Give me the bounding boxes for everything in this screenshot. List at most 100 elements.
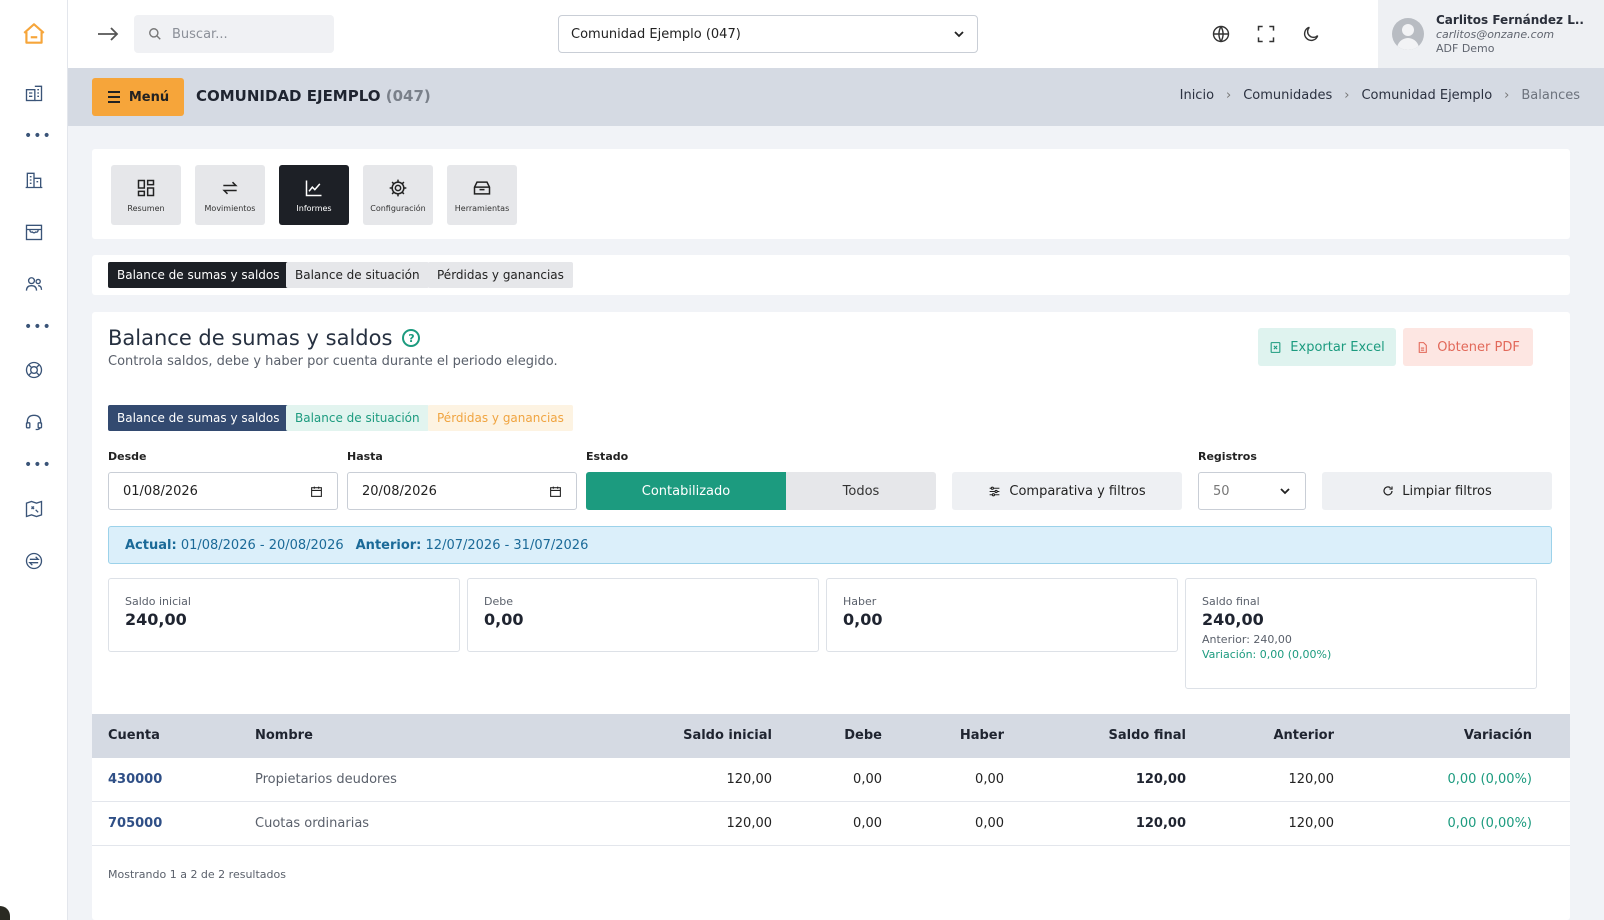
registros-label: Registros — [1198, 450, 1257, 463]
export-excel-label: Exportar Excel — [1290, 339, 1385, 355]
desde-value: 01/08/2026 — [123, 483, 198, 499]
page-title-code: (047) — [385, 87, 431, 105]
pagination-info: Mostrando 1 a 2 de 2 resultados — [108, 868, 286, 881]
lifebuoy-icon[interactable] — [20, 356, 48, 384]
buildings-icon[interactable] — [20, 79, 48, 107]
store-icon[interactable] — [20, 218, 48, 246]
map-icon[interactable] — [20, 495, 48, 523]
breadcrumb-item-comunidad[interactable]: Comunidad Ejemplo — [1361, 88, 1492, 103]
tile-resumen[interactable]: Resumen — [111, 165, 181, 225]
limpiar-filtros-button[interactable]: Limpiar filtros — [1322, 472, 1552, 510]
avatar — [1392, 18, 1424, 50]
gear-icon — [389, 179, 407, 196]
moon-icon[interactable] — [1297, 20, 1325, 48]
search-input[interactable] — [172, 26, 322, 42]
more-dots-icon[interactable]: ••• — [24, 129, 51, 143]
exchange-circle-icon[interactable] — [20, 547, 48, 575]
breadcrumb-item-inicio[interactable]: Inicio — [1180, 88, 1214, 103]
cell-nombre: Cuotas ordinarias — [255, 816, 370, 831]
cell-cuenta[interactable]: 705000 — [108, 816, 162, 831]
corner-decoration — [0, 906, 10, 920]
calendar-icon[interactable] — [549, 485, 562, 498]
fullscreen-icon[interactable] — [1252, 20, 1280, 48]
stat-saldo-final: Saldo final 240,00 Anterior: 240,00 Vari… — [1185, 578, 1537, 689]
col-cuenta[interactable]: Cuenta — [108, 728, 160, 743]
chevron-right-icon: › — [1226, 88, 1232, 103]
stat-label: Saldo final — [1202, 595, 1260, 608]
col-saldo-inicial[interactable]: Saldo inicial — [683, 728, 772, 743]
export-excel-button[interactable]: Exportar Excel — [1258, 328, 1396, 366]
user-menu[interactable]: Carlitos Fernández L.. carlitos@onzane.c… — [1378, 0, 1604, 68]
tile-label: Movimientos — [204, 203, 256, 213]
estado-contabilizado-toggle[interactable]: Contabilizado — [586, 472, 786, 510]
breadcrumb: Inicio › Comunidades › Comunidad Ejemplo… — [1180, 88, 1580, 103]
table-row[interactable]: 705000 Cuotas ordinarias 120,00 0,00 0,0… — [92, 802, 1570, 846]
col-nombre[interactable]: Nombre — [255, 728, 313, 743]
user-name: Carlitos Fernández L.. — [1436, 13, 1584, 27]
expand-arrow-icon[interactable] — [94, 20, 122, 48]
more-dots-icon[interactable]: ••• — [24, 320, 51, 334]
chip-balance-situacion[interactable]: Balance de situación — [286, 405, 429, 431]
calendar-icon[interactable] — [310, 485, 323, 498]
search-icon — [149, 28, 161, 40]
community-select[interactable]: Comunidad Ejemplo (047) — [558, 15, 978, 53]
stat-haber: Haber 0,00 — [826, 578, 1178, 652]
panel-title-text: Balance de sumas y saldos — [108, 326, 393, 350]
chip-balance-sumas[interactable]: Balance de sumas y saldos — [108, 405, 289, 431]
home-icon[interactable] — [20, 20, 48, 48]
col-saldo-final[interactable]: Saldo final — [1109, 728, 1186, 743]
panel-title: Balance de sumas y saldos ? — [108, 326, 421, 350]
period-banner: Actual: 01/08/2026 - 20/08/2026 Anterior… — [108, 526, 1552, 564]
tile-movimientos[interactable]: Movimientos — [195, 165, 265, 225]
transfer-icon — [222, 181, 238, 194]
limpiar-filtros-label: Limpiar filtros — [1402, 483, 1492, 499]
registros-select[interactable]: 50 — [1198, 472, 1306, 510]
tile-herramientas[interactable]: Herramientas — [447, 165, 517, 225]
tile-configuracion[interactable]: Configuración — [363, 165, 433, 225]
col-variacion[interactable]: Variación — [1464, 728, 1532, 743]
headset-icon[interactable] — [20, 408, 48, 436]
search-box[interactable] — [134, 15, 334, 53]
table-row[interactable]: 430000 Propietarios deudores 120,00 0,00… — [92, 758, 1570, 802]
chip-perdidas-ganancias[interactable]: Pérdidas y ganancias — [428, 405, 573, 431]
col-haber[interactable]: Haber — [960, 728, 1004, 743]
tile-informes[interactable]: Informes — [279, 165, 349, 225]
desde-date-input[interactable]: 01/08/2026 — [108, 472, 338, 510]
tab-balance-sumas[interactable]: Balance de sumas y saldos — [108, 262, 289, 288]
cell-cuenta[interactable]: 430000 — [108, 772, 162, 787]
export-pdf-button[interactable]: Obtener PDF — [1403, 328, 1533, 366]
stat-label: Debe — [484, 595, 513, 608]
desde-label: Desde — [108, 450, 147, 463]
stat-label: Haber — [843, 595, 877, 608]
help-icon[interactable]: ? — [402, 329, 421, 347]
actual-value: 01/08/2026 - 20/08/2026 — [180, 537, 344, 553]
tab-perdidas-ganancias[interactable]: Pérdidas y ganancias — [428, 262, 573, 288]
registros-value: 50 — [1213, 483, 1230, 499]
cell-saldo-final: 120,00 — [1135, 816, 1186, 831]
estado-todos-toggle[interactable]: Todos — [786, 472, 936, 510]
actual-label: Actual: — [125, 537, 177, 553]
tile-label: Informes — [296, 203, 332, 213]
cell-variacion: 0,00 (0,00%) — [1447, 816, 1532, 831]
breadcrumb-item-comunidades[interactable]: Comunidades — [1243, 88, 1332, 103]
users-icon[interactable] — [20, 270, 48, 298]
chevron-down-icon — [954, 31, 964, 38]
menu-button[interactable]: Menú — [92, 78, 184, 116]
cell-haber: 0,00 — [975, 772, 1004, 787]
sliders-icon — [990, 486, 1000, 496]
toolbox-icon — [473, 180, 491, 195]
col-debe[interactable]: Debe — [844, 728, 882, 743]
page-header: Menú COMUNIDAD EJEMPLO (047) Inicio › Co… — [68, 68, 1604, 126]
cell-debe: 0,00 — [853, 772, 882, 787]
hasta-value: 20/08/2026 — [362, 483, 437, 499]
breadcrumb-item-balances: Balances — [1521, 88, 1580, 103]
cell-nombre: Propietarios deudores — [255, 772, 397, 787]
globe-icon[interactable] — [1207, 20, 1235, 48]
tab-balance-situacion[interactable]: Balance de situación — [286, 262, 429, 288]
col-anterior[interactable]: Anterior — [1273, 728, 1334, 743]
more-dots-icon[interactable]: ••• — [24, 458, 51, 472]
building-icon[interactable] — [20, 166, 48, 194]
comparativa-filtros-button[interactable]: Comparativa y filtros — [952, 472, 1182, 510]
cell-saldo-final: 120,00 — [1135, 772, 1186, 787]
hasta-date-input[interactable]: 20/08/2026 — [347, 472, 577, 510]
